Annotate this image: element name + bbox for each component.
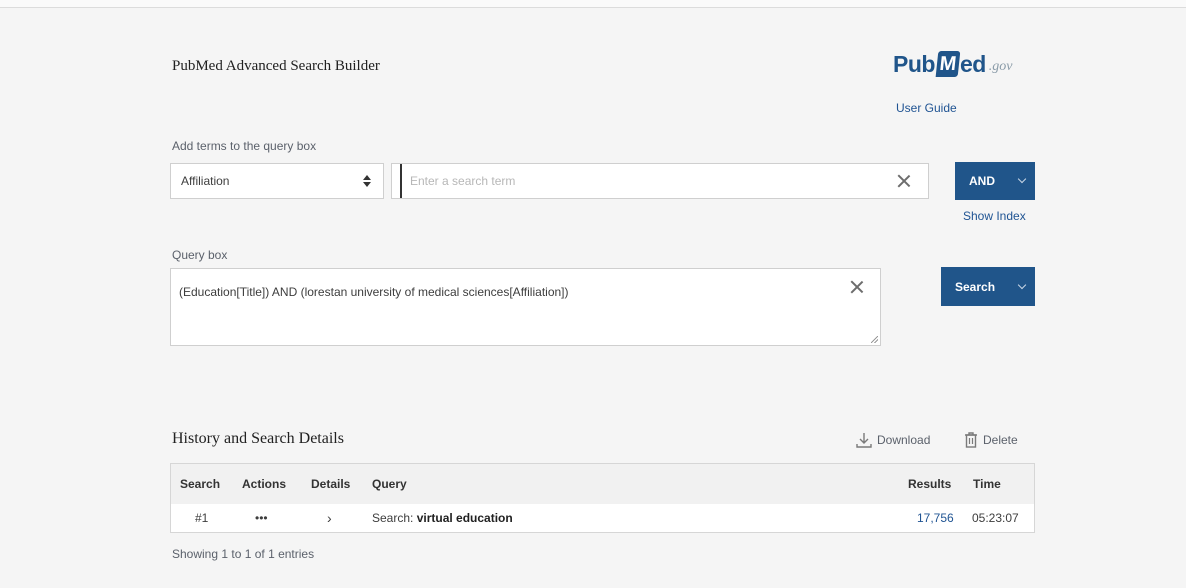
logo-text-pub: Pub: [893, 51, 935, 77]
select-arrows-icon: [363, 175, 371, 187]
field-select-value: Affiliation: [181, 174, 230, 188]
entries-count: Showing 1 to 1 of 1 entries: [172, 547, 315, 561]
and-operator-label: AND: [969, 174, 995, 188]
resize-grip-icon[interactable]: [871, 336, 878, 343]
search-term-field: [391, 163, 929, 199]
clear-term-icon[interactable]: [896, 173, 912, 189]
top-border: [0, 0, 1186, 8]
chevron-down-icon: [1017, 174, 1027, 184]
download-button[interactable]: Download: [855, 431, 930, 449]
row-search-number: #1: [195, 511, 209, 525]
query-box[interactable]: (Education[Title]) AND (lorestan univers…: [170, 268, 881, 346]
clear-query-icon[interactable]: [849, 279, 865, 295]
col-actions[interactable]: Actions: [242, 477, 286, 491]
row-query-prefix: Search:: [372, 511, 414, 525]
page-title: PubMed Advanced Search Builder: [172, 58, 380, 74]
col-results[interactable]: Results: [908, 477, 951, 491]
download-label: Download: [877, 433, 931, 447]
and-operator-button[interactable]: AND: [955, 162, 1035, 200]
col-query[interactable]: Query: [372, 477, 407, 491]
row-details-chevron[interactable]: ›: [327, 510, 332, 526]
row-query-terms: virtual education: [416, 511, 513, 525]
col-details[interactable]: Details: [311, 477, 350, 491]
history-table-header: Search Actions Details Query Results Tim…: [171, 464, 1034, 504]
logo-text-m: M: [935, 51, 961, 77]
query-box-label: Query box: [172, 248, 228, 262]
field-select[interactable]: Affiliation: [170, 163, 384, 199]
row-query: Search: virtual education: [372, 511, 513, 525]
table-row: #1 ••• › Search: virtual education 17,75…: [171, 504, 1034, 532]
history-table: Search Actions Details Query Results Tim…: [170, 463, 1035, 533]
add-terms-label: Add terms to the query box: [172, 139, 317, 153]
download-icon: [856, 433, 872, 448]
user-guide-link[interactable]: User Guide: [896, 101, 957, 115]
delete-label: Delete: [983, 433, 1018, 447]
pubmed-logo[interactable]: Pub M ed .gov: [893, 48, 1013, 78]
row-actions-menu[interactable]: •••: [255, 511, 268, 525]
logo-text-ed: ed: [959, 51, 986, 77]
trash-icon: [965, 432, 977, 448]
search-button-label: Search: [955, 279, 996, 294]
row-results-link[interactable]: 17,756: [917, 511, 954, 525]
history-title: History and Search Details: [172, 430, 344, 447]
query-box-text[interactable]: (Education[Title]) AND (lorestan univers…: [179, 285, 829, 299]
logo-text-gov: .gov: [988, 59, 1013, 74]
row-time: 05:23:07: [972, 511, 1019, 525]
search-button[interactable]: Search: [941, 267, 1035, 306]
col-search[interactable]: Search: [180, 477, 220, 491]
delete-button[interactable]: Delete: [963, 431, 1018, 449]
col-time[interactable]: Time: [973, 477, 1001, 491]
search-term-input[interactable]: [400, 164, 890, 198]
chevron-down-icon: [1017, 280, 1027, 289]
show-index-link[interactable]: Show Index: [963, 209, 1026, 223]
